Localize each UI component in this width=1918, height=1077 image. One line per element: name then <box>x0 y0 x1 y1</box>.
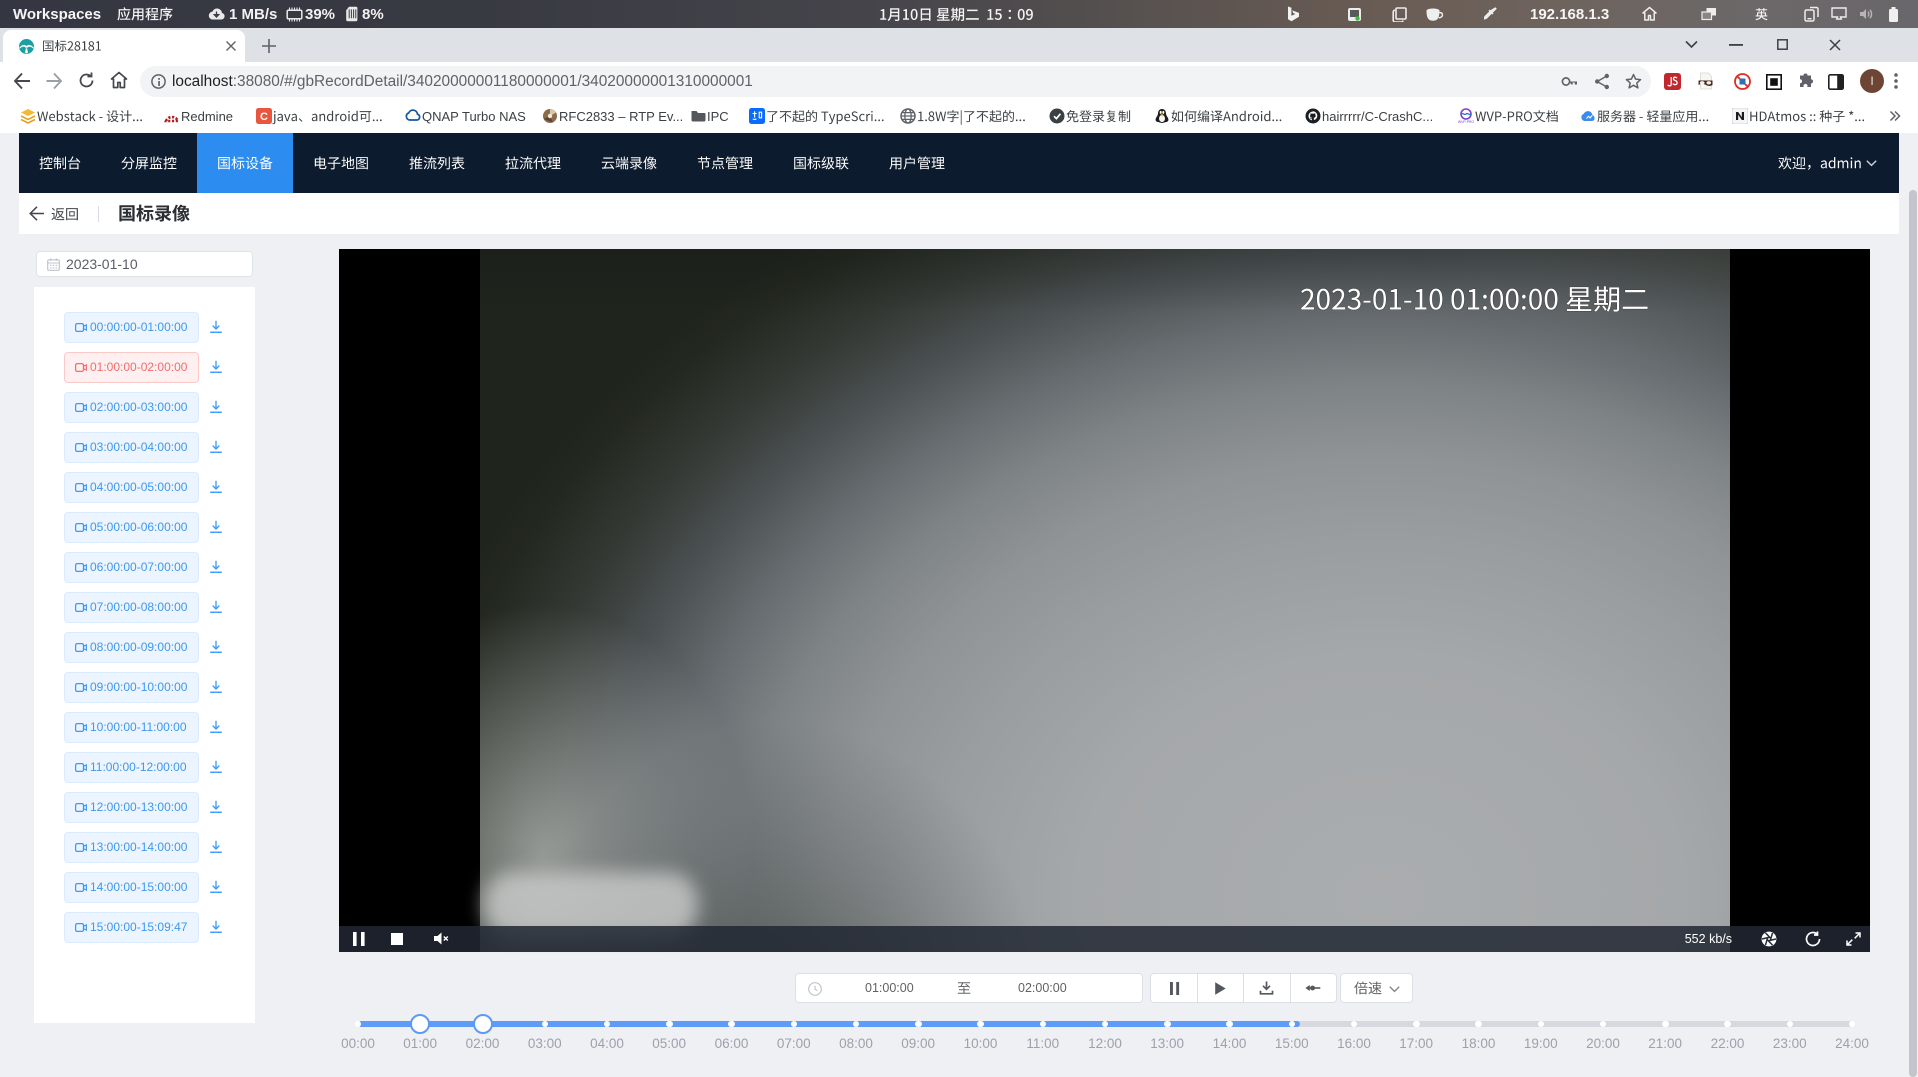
svg-text:C: C <box>260 111 268 123</box>
svg-text:WVP-PRO: WVP-PRO <box>1458 120 1474 124</box>
